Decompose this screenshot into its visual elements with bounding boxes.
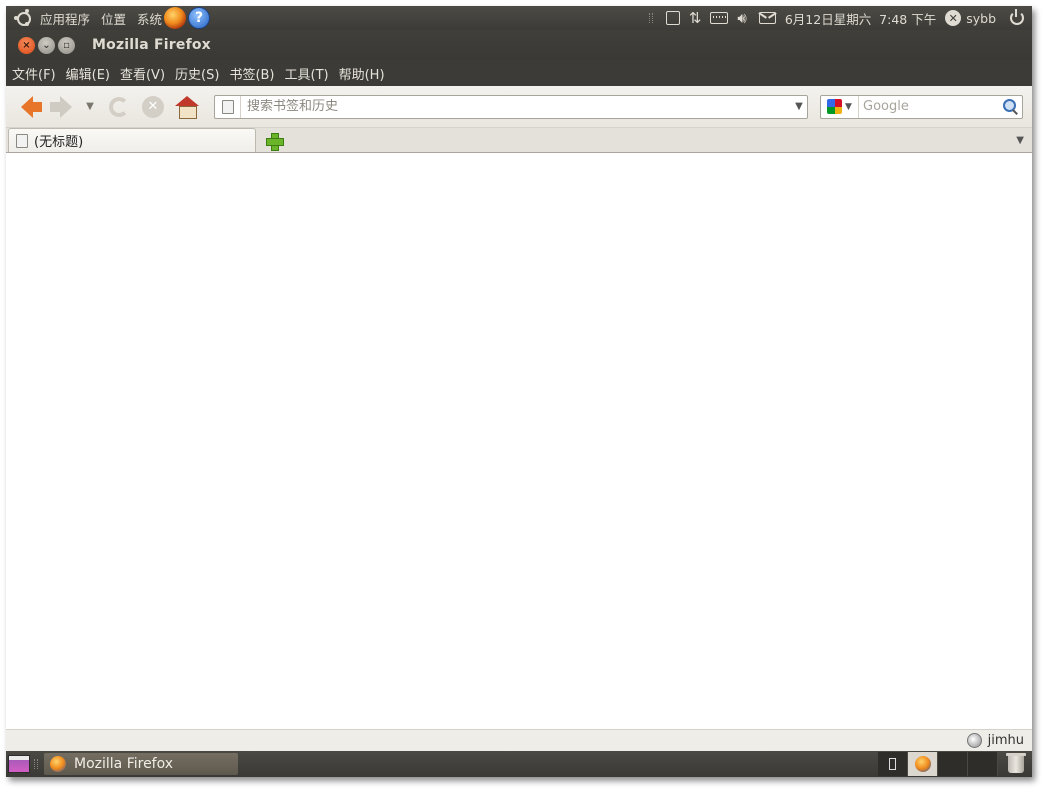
workspace-switcher: [878, 752, 998, 776]
url-bar[interactable]: ▼: [214, 94, 808, 119]
page-content[interactable]: [6, 153, 1032, 729]
menu-view[interactable]: 查看(V): [120, 64, 165, 83]
site-identity-button[interactable]: [215, 95, 241, 118]
menu-bar: 文件(F) 编辑(E) 查看(V) 历史(S) 书签(B) 工具(T) 帮助(H…: [6, 60, 1032, 86]
mail-icon: [758, 12, 776, 24]
status-bar: jimhu: [6, 729, 1032, 751]
power-icon[interactable]: [1010, 9, 1024, 25]
workspace-3[interactable]: [938, 752, 968, 776]
menu-edit[interactable]: 编辑(E): [66, 64, 110, 83]
url-input[interactable]: [241, 99, 791, 114]
stop-button[interactable]: ✕: [138, 92, 168, 122]
top-panel-right: ⇅ 🔊︎ 6月12日星期六 7:48 下午 ✕ sybb: [648, 6, 1032, 30]
minimize-icon: ⌄: [42, 39, 51, 51]
volume-icon: 🔊︎: [737, 8, 747, 27]
search-input[interactable]: [859, 99, 1002, 114]
keyboard-indicator[interactable]: [710, 12, 729, 24]
help-glyph: ?: [194, 10, 204, 26]
taskbar-item-firefox[interactable]: Mozilla Firefox: [44, 753, 238, 775]
url-dropdown-button[interactable]: ▼: [791, 101, 807, 112]
ubuntu-logo-icon[interactable]: [14, 9, 32, 27]
status-user: jimhu: [987, 733, 1024, 748]
stop-glyph: ✕: [147, 99, 159, 114]
window-thumbnail: [889, 758, 896, 770]
help-launcher-icon[interactable]: ?: [188, 7, 211, 29]
clock-text: 6月12日星期六 7:48 下午: [784, 11, 937, 27]
close-icon: ×: [22, 39, 31, 51]
trash-icon[interactable]: [1006, 753, 1026, 773]
tab-list-dropdown[interactable]: ▼: [1016, 135, 1024, 146]
taskbar-item-label: Mozilla Firefox: [74, 756, 174, 772]
user-status-glyph: ✕: [948, 11, 958, 25]
plus-icon: [266, 133, 284, 151]
workspace-1[interactable]: [878, 752, 908, 776]
tab-label: (无标题): [34, 135, 84, 150]
tab-untitled[interactable]: (无标题): [8, 128, 256, 152]
applications-menu[interactable]: 应用程序: [40, 9, 90, 28]
forward-button[interactable]: [46, 92, 76, 122]
menu-file[interactable]: 文件(F): [12, 64, 56, 83]
search-icon[interactable]: [1002, 98, 1020, 116]
menu-help[interactable]: 帮助(H): [339, 64, 385, 83]
user-status-icon: ✕: [945, 10, 962, 26]
google-icon: [827, 99, 843, 114]
clock[interactable]: 6月12日星期六 7:48 下午: [785, 9, 936, 28]
keyboard-icon: [710, 12, 729, 24]
notes-icon: [665, 11, 680, 25]
maximize-window-button[interactable]: ▫: [58, 36, 75, 54]
new-tab-button[interactable]: [262, 130, 286, 152]
tray-grip-handle[interactable]: [648, 13, 653, 23]
reload-button[interactable]: [104, 92, 134, 122]
stop-icon: ✕: [142, 95, 164, 118]
network-indicator[interactable]: ⇅: [688, 8, 702, 27]
bottom-panel: Mozilla Firefox: [6, 751, 1032, 777]
volume-indicator[interactable]: 🔊︎: [737, 8, 747, 27]
system-menu[interactable]: 系统: [137, 9, 162, 28]
page-icon: [16, 133, 28, 148]
desktop-screen: 应用程序 位置 系统 ? ⇅ 🔊︎ 6月12日星期六 7:48 下午 ✕ syb…: [6, 6, 1032, 777]
chevron-down-icon: ▼: [795, 101, 803, 112]
places-menu[interactable]: 位置: [101, 9, 126, 28]
window-titlebar[interactable]: × ⌄ ▫ Mozilla Firefox: [6, 30, 1032, 60]
firefox-icon: [914, 756, 931, 772]
menu-history[interactable]: 历史(S): [175, 64, 219, 83]
top-panel-left: 应用程序 位置 系统 ?: [6, 6, 212, 30]
search-bar[interactable]: ▼: [820, 94, 1023, 119]
chevron-down-icon: ▼: [845, 101, 852, 112]
forward-arrow-icon: [50, 95, 72, 118]
back-arrow-icon: [21, 95, 42, 118]
menu-bookmarks[interactable]: 书签(B): [229, 64, 274, 83]
top-panel: 应用程序 位置 系统 ? ⇅ 🔊︎ 6月12日星期六 7:48 下午 ✕ syb…: [6, 6, 1032, 30]
notes-indicator[interactable]: [665, 11, 680, 25]
home-icon: [175, 95, 199, 119]
chevron-down-icon: ▼: [86, 101, 94, 112]
back-button[interactable]: [12, 92, 42, 122]
panel-grip-handle[interactable]: [34, 759, 38, 769]
window-title: Mozilla Firefox: [92, 37, 211, 53]
user-name: sybb: [966, 10, 996, 26]
home-button[interactable]: [172, 92, 202, 122]
search-engine-button[interactable]: ▼: [821, 95, 859, 118]
user-status-menu[interactable]: ✕ sybb: [945, 10, 996, 26]
minimize-window-button[interactable]: ⌄: [38, 36, 55, 54]
page-icon: [221, 99, 234, 114]
mail-indicator[interactable]: [758, 12, 776, 24]
tab-strip: (无标题) ▼: [6, 128, 1032, 153]
menu-tools[interactable]: 工具(T): [285, 64, 329, 83]
user-icon[interactable]: [966, 733, 982, 748]
firefox-icon: [50, 756, 66, 772]
window-buttons: × ⌄ ▫: [6, 36, 78, 54]
history-dropdown-button[interactable]: ▼: [80, 101, 100, 112]
workspace-2[interactable]: [908, 752, 938, 776]
close-window-button[interactable]: ×: [18, 36, 35, 54]
maximize-icon: ▫: [63, 39, 70, 51]
firefox-launcher-icon[interactable]: [164, 7, 187, 29]
network-icon: ⇅: [688, 8, 702, 27]
workspace-4[interactable]: [968, 752, 998, 776]
show-desktop-icon[interactable]: [8, 755, 30, 773]
navigation-toolbar: ▼ ✕ ▼ ▼: [6, 86, 1032, 128]
reload-icon: [109, 96, 129, 117]
